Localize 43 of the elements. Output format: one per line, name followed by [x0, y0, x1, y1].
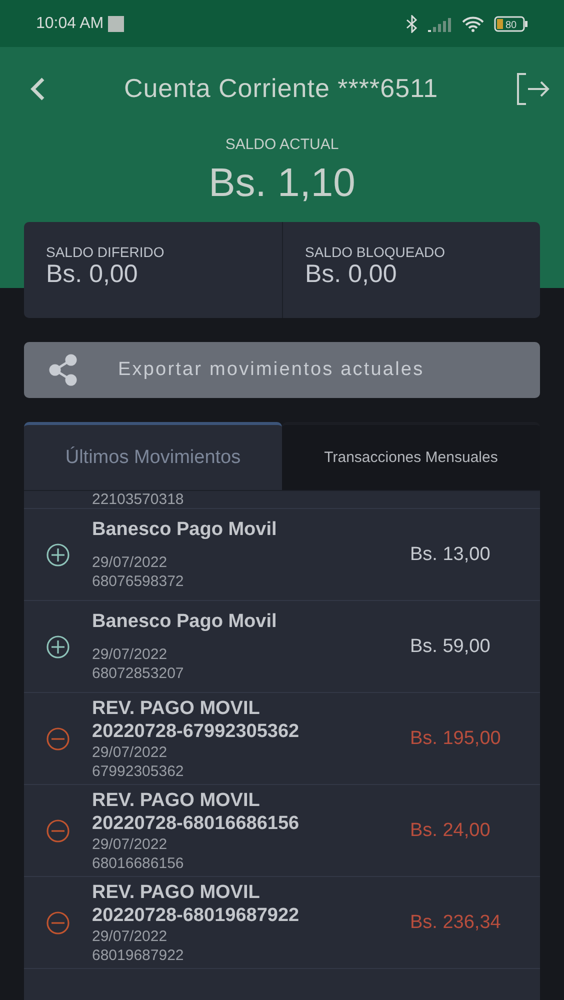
movement-amount: Bs. 59,00	[410, 636, 492, 658]
balance-label: SALDO BLOQUEADO	[305, 244, 446, 260]
movement-reference: 22103570318	[24, 491, 540, 509]
bluetooth-icon	[406, 14, 418, 32]
signal-icon	[428, 16, 452, 32]
movement-name: REV. PAGO MOVIL 20220728-68019687922	[92, 880, 300, 926]
movement-reference: 68019687922	[92, 946, 185, 964]
balance-amount: Bs. 1,10	[208, 161, 356, 206]
balance-label: SALDO ACTUAL	[224, 136, 340, 153]
notification-icon	[108, 16, 124, 32]
movement-amount: Bs. 13,00	[410, 544, 492, 566]
movement-reference: 68072853207	[92, 664, 185, 683]
minus-circle-icon	[46, 726, 70, 750]
tab[interactable]: Últimos Movimientos	[24, 422, 282, 490]
movement-name: REV. PAGO MOVIL 20220728-68016686156	[92, 788, 300, 834]
balance-amount: Bs. 0,00	[46, 260, 139, 289]
plus-circle-icon	[46, 634, 70, 658]
logout-button[interactable]	[514, 70, 550, 106]
movement-reference: 67992305362	[92, 762, 185, 780]
export-button[interactable]: Exportar movimientos actuales	[24, 342, 540, 398]
movement-reference: 68016686156	[92, 854, 185, 872]
share-icon	[48, 354, 78, 386]
movement-amount: Bs. 24,00	[410, 820, 492, 842]
wifi-icon	[462, 16, 484, 32]
movement-date: 29/07/2022	[92, 742, 168, 762]
movement-amount: Bs. 195,00	[410, 728, 502, 750]
balance-amount: Bs. 0,00	[305, 260, 398, 289]
minus-circle-icon	[46, 818, 70, 842]
movement-date: 29/07/2022	[92, 553, 168, 572]
minus-circle-icon	[46, 910, 70, 934]
movement-name: Banesco Pago Movil	[92, 610, 278, 633]
battery-icon: 80	[494, 16, 528, 32]
plus-circle-icon	[46, 542, 70, 566]
movement-name: REV. PAGO MOVIL 20220728-67992305362	[92, 696, 300, 742]
movement-date: 29/07/2022	[92, 645, 168, 664]
movement-name: Banesco Pago Movil	[92, 518, 278, 541]
status-time: 10:04 AM	[36, 14, 104, 32]
balance-label: SALDO DIFERIDO	[46, 244, 166, 260]
account-title: Cuenta Corriente ****6511	[122, 73, 440, 104]
movement-amount: Bs. 236,34	[410, 912, 502, 934]
movement-date: 29/07/2022	[92, 926, 168, 946]
movement-reference: 68076598372	[92, 572, 185, 591]
movement-date: 29/07/2022	[92, 834, 168, 854]
